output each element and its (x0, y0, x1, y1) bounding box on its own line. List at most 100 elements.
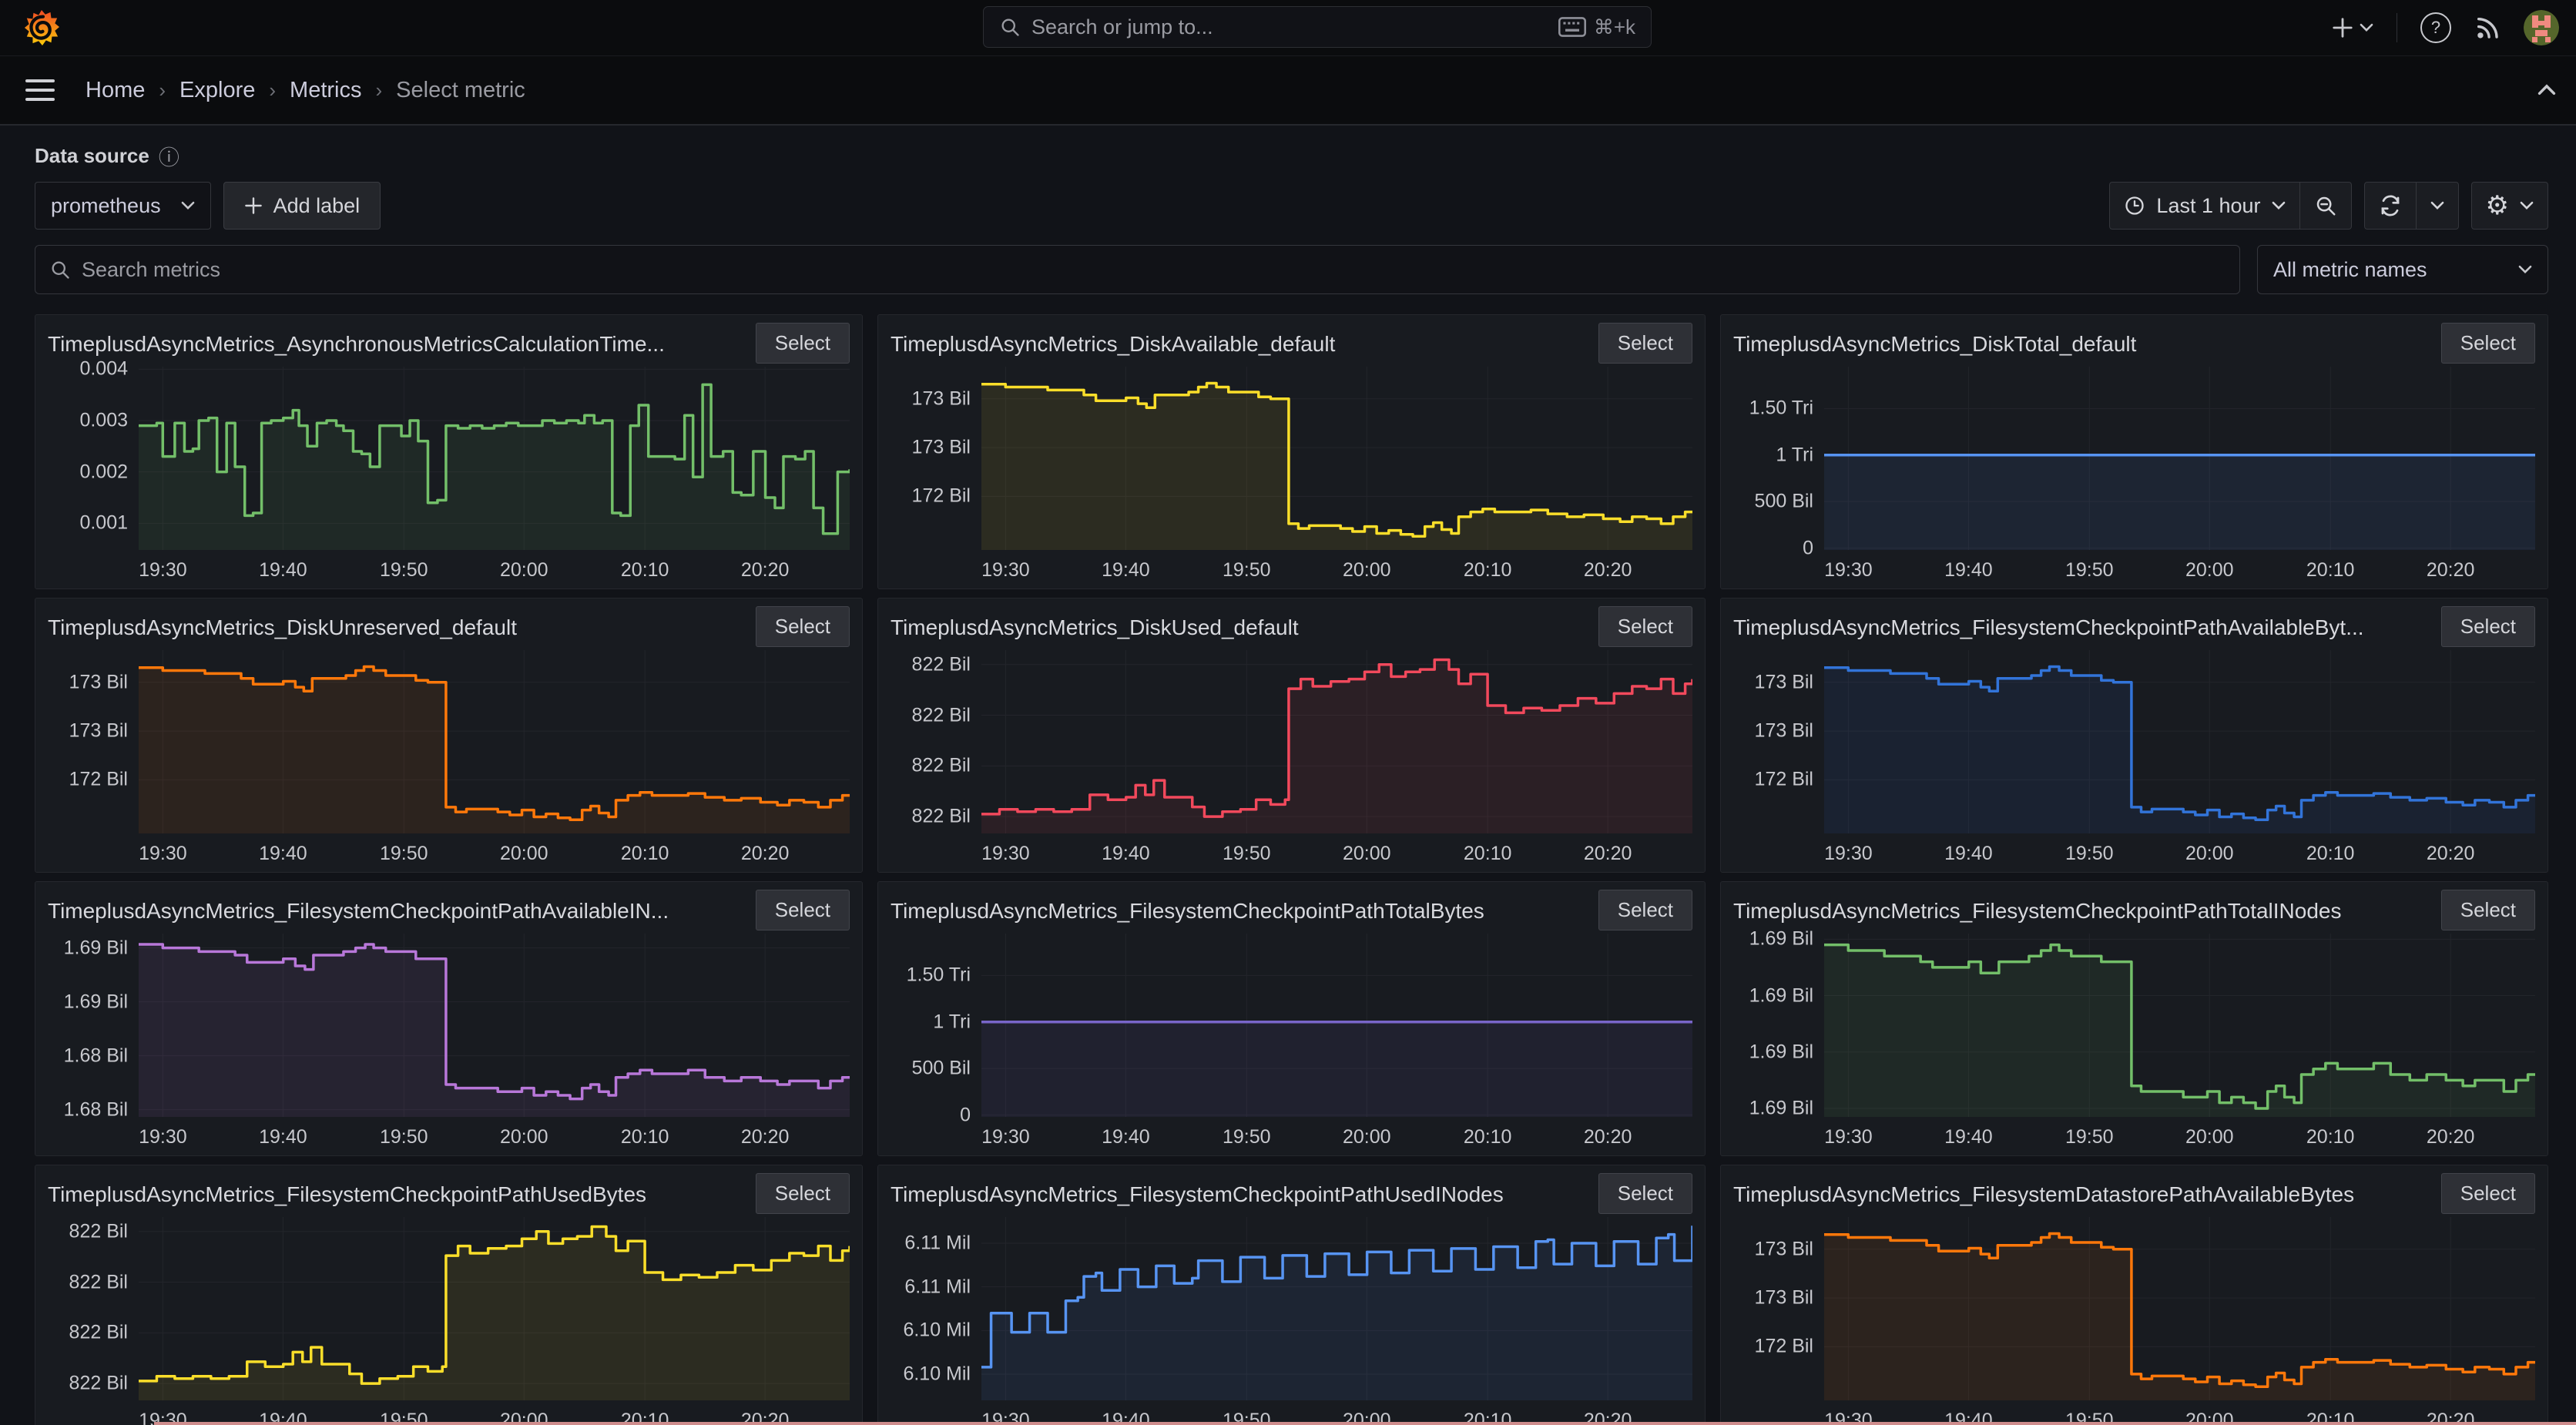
panel-grid: TimeplusdAsyncMetrics_AsynchronousMetric… (35, 314, 2548, 1425)
select-button[interactable]: Select (2440, 890, 2535, 930)
panel-title: TimeplusdAsyncMetrics_FilesystemCheckpoi… (1733, 615, 2364, 639)
x-axis-label: 19:40 (1102, 843, 1150, 864)
plot-area[interactable] (1824, 650, 2535, 833)
x-axis-label: 19:50 (2064, 559, 2114, 581)
x-axis-label: 20:00 (2185, 559, 2234, 581)
select-button[interactable]: Select (2440, 323, 2535, 364)
help-icon[interactable]: ? (2420, 12, 2451, 43)
select-button[interactable]: Select (2440, 606, 2535, 647)
metric-panel: TimeplusdAsyncMetrics_FilesystemCheckpoi… (35, 881, 863, 1156)
plot-area[interactable] (139, 650, 850, 833)
plot-area[interactable] (981, 367, 1692, 550)
plot-area[interactable] (981, 1217, 1692, 1400)
y-axis-label: 173 Bil (1754, 1286, 1813, 1309)
select-button[interactable]: Select (755, 1173, 850, 1214)
time-series-chart: 822 Bil 822 Bil 822 Bil 822 Bil 19:30 19:40 1… (891, 650, 1692, 869)
x-axis-label: 19:50 (2064, 1126, 2114, 1148)
x-axis-label: 20:10 (1463, 843, 1512, 864)
x-axis-label: 20:00 (499, 843, 548, 864)
x-axis: 19:30 19:40 19:50 20:00 20:10 20:20 (981, 833, 1692, 869)
x-axis-label: 19:30 (1824, 843, 1873, 864)
select-button[interactable]: Select (1598, 1173, 1692, 1214)
info-icon[interactable]: ⓘ (159, 141, 179, 171)
y-axis-label: 1.69 Bil (63, 937, 128, 959)
x-axis-label: 20:20 (740, 1126, 790, 1148)
y-axis-label: 822 Bil (69, 1271, 128, 1293)
chevron-down-icon (181, 201, 194, 210)
breadcrumb-bar: Home › Explore › Metrics › Select metric (0, 56, 2576, 126)
refresh-interval-dropdown[interactable] (2415, 183, 2458, 229)
select-button[interactable]: Select (1598, 606, 1692, 647)
zoom-out-button[interactable] (2299, 183, 2351, 229)
settings-button[interactable]: ⚙ (2472, 183, 2547, 229)
x-axis-label: 19:40 (1102, 559, 1150, 581)
select-button[interactable]: Select (755, 606, 850, 647)
y-axis-label: 1.69 Bil (63, 991, 128, 1013)
metric-names-filter[interactable]: All metric names (2257, 245, 2548, 294)
breadcrumb: Home › Explore › Metrics › Select metric (86, 78, 525, 103)
y-axis-label: 173 Bil (911, 387, 971, 410)
x-axis-label: 20:20 (1583, 559, 1632, 581)
time-series-chart: 1.69 Bil 1.69 Bil 1.69 Bil 1.69 Bil 19:30 19… (1733, 928, 2535, 1152)
add-new-button[interactable] (2332, 17, 2373, 39)
grafana-logo-icon[interactable] (23, 9, 60, 46)
select-button[interactable]: Select (755, 323, 850, 364)
panel-title: TimeplusdAsyncMetrics_FilesystemCheckpoi… (48, 899, 669, 923)
plot-area[interactable] (1824, 934, 2535, 1117)
x-axis-label: 19:30 (139, 843, 187, 864)
panel-title: TimeplusdAsyncMetrics_DiskUsed_default (891, 615, 1299, 639)
panel-title: TimeplusdAsyncMetrics_DiskUnreserved_def… (48, 615, 517, 639)
menu-icon[interactable] (25, 79, 55, 101)
y-axis-label: 500 Bil (911, 1057, 971, 1079)
x-axis-label: 20:00 (499, 559, 548, 581)
add-label-button[interactable]: Add label (223, 182, 381, 230)
time-range-picker[interactable]: Last 1 hour (2110, 183, 2299, 229)
metric-panel: TimeplusdAsyncMetrics_FilesystemCheckpoi… (1720, 881, 2548, 1156)
plot-area[interactable] (1824, 367, 2535, 550)
plot-area[interactable] (981, 934, 1692, 1117)
x-axis-label: 19:40 (1944, 1126, 1993, 1148)
select-button[interactable]: Select (1598, 890, 1692, 930)
x-axis-label: 20:00 (1342, 559, 1391, 581)
y-axis-label: 1 Tri (933, 1011, 971, 1033)
time-series-chart: 6.11 Mil 6.11 Mil 6.10 Mil 6.10 Mil 19:30 19… (891, 1217, 1692, 1425)
chevron-up-icon[interactable] (2537, 84, 2556, 96)
time-series-chart: 1.69 Bil 1.69 Bil 1.68 Bil 1.68 Bil 19:30 19… (48, 934, 850, 1152)
x-axis-label: 20:20 (1583, 843, 1632, 864)
plot-area[interactable] (981, 650, 1692, 833)
plot-area[interactable] (1824, 1217, 2535, 1400)
time-series-chart: 173 Bil 173 Bil 172 Bil 19:30 19:40 19:50 20:… (891, 367, 1692, 585)
y-axis: 173 Bil 173 Bil 172 Bil (1733, 650, 1824, 833)
plot-area[interactable] (139, 934, 850, 1117)
x-axis-label: 20:10 (620, 1126, 669, 1148)
refresh-button[interactable] (2365, 183, 2416, 229)
x-axis-label: 19:40 (1944, 843, 1993, 864)
select-button[interactable]: Select (1598, 323, 1692, 364)
global-search-input[interactable]: Search or jump to... ⌘+k (983, 6, 1652, 48)
breadcrumb-home[interactable]: Home (86, 78, 145, 103)
x-axis-label: 20:00 (1342, 843, 1391, 864)
panel-title: TimeplusdAsyncMetrics_FilesystemCheckpoi… (1733, 899, 2342, 923)
x-axis-label: 19:50 (379, 843, 428, 864)
select-button[interactable]: Select (2440, 1173, 2535, 1214)
user-avatar[interactable] (2524, 10, 2559, 45)
breadcrumb-metrics[interactable]: Metrics (290, 78, 361, 103)
plot-area[interactable] (139, 1217, 850, 1400)
search-metrics-input[interactable]: Search metrics (35, 245, 2240, 294)
select-button[interactable]: Select (755, 890, 850, 930)
plot-area[interactable] (139, 367, 850, 550)
news-icon[interactable] (2474, 15, 2501, 41)
breadcrumb-explore[interactable]: Explore (179, 78, 255, 103)
x-axis-label: 20:10 (620, 843, 669, 864)
x-axis-label: 19:50 (379, 1126, 428, 1148)
keyboard-icon (1558, 17, 1586, 37)
datasource-select[interactable]: prometheus (35, 182, 211, 230)
x-axis-label: 19:50 (1222, 843, 1271, 864)
metric-panel: TimeplusdAsyncMetrics_DiskTotal_default … (1720, 314, 2548, 589)
y-axis-label: 822 Bil (911, 805, 971, 827)
gear-icon: ⚙ (2485, 191, 2509, 220)
time-series-chart: 173 Bil 173 Bil 172 Bil 19:30 19:40 19:50 20:… (48, 650, 850, 869)
x-axis-label: 20:10 (2306, 559, 2355, 581)
zoom-out-icon (2316, 196, 2336, 216)
y-axis-label: 822 Bil (911, 754, 971, 776)
